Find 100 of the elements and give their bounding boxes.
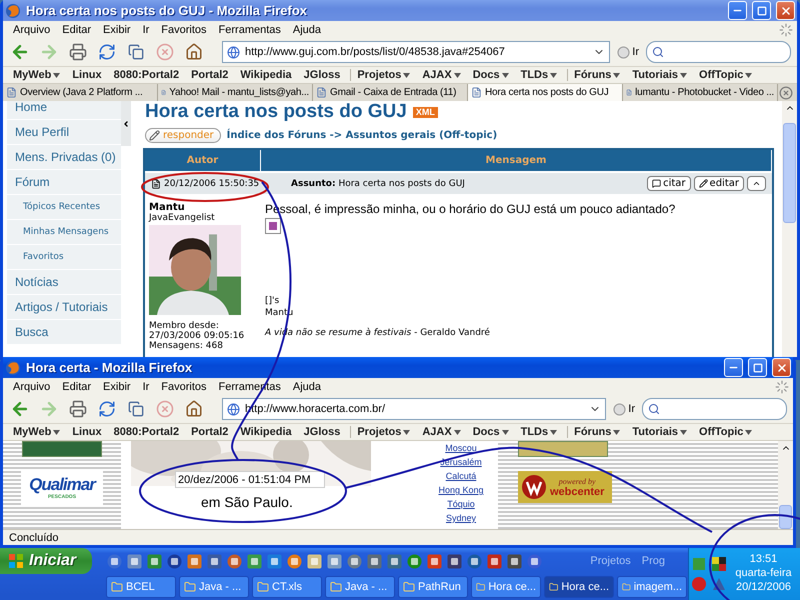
close-button[interactable] [772,358,791,377]
app-icon[interactable] [446,552,463,570]
menu-item[interactable]: Favoritos [155,380,213,392]
sidebar-link[interactable]: Notícias [7,270,121,295]
back-icon[interactable] [10,42,30,62]
app-icon[interactable] [286,552,303,570]
app-icon[interactable] [386,552,403,570]
app-icon[interactable] [246,552,263,570]
bookmark-button[interactable]: MyWeb [7,69,66,81]
app-icon[interactable] [126,552,143,570]
bookmark-button[interactable]: Wikipedia [234,69,298,81]
sidebar-link[interactable]: Busca [7,320,121,345]
menu-item[interactable]: Exibir [97,380,137,392]
webcenter-badge[interactable]: powered by webcenter [518,471,612,503]
city-link[interactable]: Calcutá [446,470,476,483]
app-icon[interactable] [486,552,503,570]
browser-tab[interactable]: Gmail - Caixa de Entrada (11) [313,84,468,101]
edit-button[interactable]: editar [694,176,744,191]
task-button[interactable]: PathRun [398,576,468,598]
city-link[interactable]: Sydney [446,512,476,525]
bookmark-button[interactable]: OffTopic [693,426,758,438]
app-icon[interactable] [366,552,383,570]
bookmark-button[interactable]: Projetos [350,426,416,438]
task-button[interactable]: imagem... [617,576,687,598]
app-icon[interactable] [226,552,243,570]
sidebar-link[interactable]: Home [7,101,121,120]
menu-item[interactable]: Ir [136,24,156,36]
copy-icon[interactable] [128,401,144,417]
print-icon[interactable] [69,400,87,418]
app-icon[interactable] [206,552,223,570]
task-button[interactable]: Hora ce... [544,576,614,598]
menu-item[interactable]: Favoritos [155,24,213,36]
menu-item[interactable]: Ajuda [286,380,328,392]
app-icon[interactable] [346,552,363,570]
bookmark-button[interactable]: Linux [66,426,108,438]
copy-icon[interactable] [128,44,144,60]
reload-icon[interactable] [98,400,116,418]
bookmark-button[interactable]: AJAX [416,426,467,438]
task-button[interactable]: Java - ... [179,576,249,598]
back-icon[interactable] [10,399,30,419]
app-icon[interactable] [466,552,483,570]
scroll-thumb[interactable] [783,123,796,223]
go-button[interactable]: Ir [613,402,635,416]
bookmark-button[interactable]: OffTopic [693,69,758,81]
bookmark-button[interactable]: Projetos [350,69,416,81]
menu-item[interactable]: Arquivo [7,24,56,36]
scrollbar[interactable] [778,441,793,529]
start-button[interactable]: Iniciar [0,548,92,574]
app-icon[interactable] [326,552,343,570]
sidebar-link[interactable]: Artigos / Tutoriais [7,295,121,320]
bookmark-button[interactable]: Wikipedia [234,426,298,438]
home-icon[interactable] [185,43,203,61]
app-icon[interactable] [426,552,443,570]
breadcrumb-link[interactable]: Índice dos Fóruns -> Assuntos gerais (Off-topic) [226,130,498,141]
time-field[interactable]: 20/dez/2006 - 01:51:04 PM [175,471,325,488]
close-button[interactable] [776,1,795,20]
app-icon[interactable] [306,552,323,570]
scroll-thumb[interactable] [779,505,792,529]
reload-icon[interactable] [98,43,116,61]
sidebar-link[interactable]: Minhas Mensagens [7,220,121,245]
sidebar-link[interactable]: Tópicos Recentes [7,195,121,220]
collapse-handle[interactable] [121,101,131,146]
city-link[interactable]: Hong Kong [438,484,484,497]
bookmark-button[interactable]: TLDs [514,69,564,81]
maximize-button[interactable] [748,358,767,377]
menu-item[interactable]: Ajuda [286,24,328,36]
bookmark-button[interactable]: Fóruns [567,426,626,438]
sidebar-link[interactable]: Mens. Privadas (0) [7,145,121,170]
search-field[interactable] [642,398,787,420]
bookmark-button[interactable]: 8080:Portal2 [108,69,186,81]
minimize-button[interactable] [728,1,747,20]
sidebar-link[interactable]: Fórum [7,170,121,195]
menu-item[interactable]: Exibir [97,24,137,36]
minimize-button[interactable] [724,358,743,377]
menu-item[interactable]: Editar [56,380,98,392]
app-icon[interactable] [166,552,183,570]
bookmark-button[interactable]: Tutoriais [626,426,694,438]
quote-button[interactable]: citar [647,176,691,191]
app-icon[interactable] [406,552,423,570]
print-icon[interactable] [69,43,87,61]
app-icon[interactable] [146,552,163,570]
task-button[interactable]: Hora ce... [471,576,541,598]
bookmark-button[interactable]: 8080:Portal2 [108,426,186,438]
bookmark-button[interactable]: Docs [466,69,515,81]
bookmark-button[interactable]: Portal2 [185,69,234,81]
top-button[interactable] [747,176,766,191]
tray-icon[interactable] [711,556,727,572]
go-button[interactable]: Ir [617,46,639,58]
app-icon[interactable] [506,552,523,570]
menu-item[interactable]: Ferramentas [212,24,287,36]
address-field[interactable]: http://www.guj.com.br/posts/list/0/48538.java#254067 [222,41,610,63]
task-button[interactable]: BCEL [106,576,176,598]
bookmark-button[interactable]: Docs [466,426,515,438]
browser-tab[interactable]: Yahoo! Mail - mantu_lists@yah... [158,84,313,101]
bookmark-button[interactable]: AJAX [416,69,467,81]
bookmark-button[interactable]: Tutoriais [626,69,694,81]
task-button[interactable]: CT.xls [252,576,322,598]
browser-tab[interactable]: lumantu - Photobucket - Video ... [623,84,778,101]
bookmark-button[interactable]: JGloss [298,69,346,81]
sidebar-link[interactable]: Favoritos [7,245,121,270]
